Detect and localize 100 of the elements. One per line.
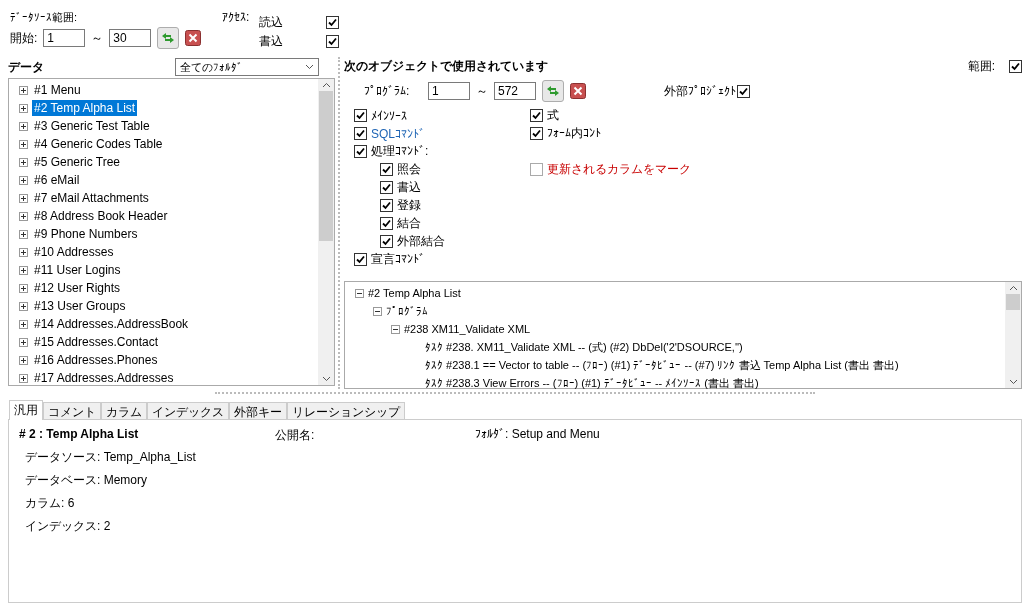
table-item[interactable]: #6 eMail — [32, 172, 82, 188]
checkbox[interactable] — [530, 109, 543, 123]
option-label: SQLｺﾏﾝﾄﾞ — [371, 127, 425, 141]
tree-node[interactable]: #238 XM11_Validate XML — [404, 323, 531, 335]
table-item[interactable]: #12 User Rights — [32, 280, 123, 296]
start-field[interactable]: 1 — [43, 29, 86, 47]
table-item[interactable]: #2 Temp Alpha List — [32, 100, 138, 116]
tab[interactable]: 汎用 — [9, 400, 43, 420]
collapse-icon[interactable] — [355, 288, 364, 298]
tree-node[interactable]: ﾌﾟﾛｸﾞﾗﾑ — [386, 305, 428, 317]
table-item[interactable]: #11 User Logins — [32, 262, 123, 278]
checkbox[interactable] — [380, 217, 393, 231]
expand-icon[interactable] — [19, 355, 28, 365]
checkbox[interactable] — [1009, 59, 1022, 73]
checkbox[interactable] — [380, 181, 393, 195]
table-item[interactable]: #7 eMail Attachments — [32, 190, 151, 206]
expand-icon[interactable] — [19, 229, 28, 239]
collapse-icon[interactable] — [373, 306, 382, 316]
expand-icon[interactable] — [19, 301, 28, 311]
tab[interactable]: インデックス — [147, 402, 229, 419]
tree-node[interactable]: ﾀｽｸ #238.1 == Vector to table -- (ﾌﾛｰ) (#1) ﾃﾞｰﾀﾋﾞｭｰ -- (#7) ﾘﾝｸ 書込 Temp Alpha List (書出 書出) — [425, 357, 899, 373]
expand-icon[interactable] — [19, 121, 28, 131]
option-label: ﾒｲﾝｿｰｽ — [371, 109, 407, 123]
arrows-icon — [161, 32, 176, 44]
scrollbar[interactable] — [318, 79, 334, 385]
tree-node[interactable]: #2 Temp Alpha List — [368, 287, 461, 299]
tab[interactable]: カラム — [101, 402, 147, 419]
folder-dropdown[interactable]: 全てのﾌｫﾙﾀﾞ — [175, 58, 319, 76]
expand-icon[interactable] — [19, 283, 28, 293]
checkbox[interactable] — [326, 16, 340, 29]
chevron-down-icon — [305, 64, 314, 70]
expand-icon[interactable] — [19, 247, 28, 257]
detail-field: データベース: Memory — [25, 472, 1011, 489]
tab[interactable]: コメント — [43, 402, 101, 419]
table-item[interactable]: #13 User Groups — [32, 298, 128, 314]
refresh-button[interactable] — [542, 80, 564, 103]
option-label: ﾌｫｰﾑ内ｺﾝﾄ — [547, 125, 601, 143]
table-item[interactable]: #8 Address Book Header — [32, 208, 170, 224]
panel-title: 次のオブジェクトで使用されています — [344, 57, 548, 75]
program-label: ﾌﾟﾛｸﾞﾗﾑ: — [364, 84, 411, 99]
checkbox[interactable] — [326, 35, 340, 48]
table-item[interactable]: #14 Addresses.AddressBook — [32, 316, 191, 332]
checkbox[interactable] — [354, 127, 367, 141]
expand-icon[interactable] — [19, 193, 28, 203]
expand-icon[interactable] — [19, 337, 28, 347]
tree-node[interactable]: ﾀｽｸ #238. XM11_Validate XML -- (式) (#2) DbDel('2'DSOURCE,'') — [425, 339, 743, 355]
scrollbar-thumb[interactable] — [319, 91, 333, 241]
expand-icon[interactable] — [19, 157, 28, 167]
checkbox[interactable] — [354, 109, 367, 123]
tree-node[interactable]: ﾀｽｸ #238.3 View Errors -- (ﾌﾛｰ) (#1) ﾃﾞｰﾀﾋﾞｭｰ -- ﾒｲﾝｿｰｽ (書出 書出) — [425, 375, 759, 391]
public-name-label: 公開名: — [275, 427, 316, 444]
external-project-label: 外部ﾌﾟﾛｼﾞｪｸﾄ — [664, 82, 736, 100]
collapse-icon[interactable] — [391, 324, 400, 334]
table-item[interactable]: #5 Generic Tree — [32, 154, 123, 170]
range-separator: ～ — [91, 29, 104, 47]
expand-icon[interactable] — [19, 103, 28, 113]
table-item[interactable]: #17 Addresses.Addresses — [32, 370, 176, 386]
start-label: 開始: — [10, 29, 38, 47]
program-end-field[interactable]: 572 — [494, 82, 536, 101]
table-item[interactable]: #4 Generic Codes Table — [32, 136, 165, 152]
range-separator: ～ — [476, 82, 488, 100]
checkbox[interactable] — [530, 127, 543, 141]
detail-field: カラム: 6 — [25, 495, 1011, 512]
detail-title: # 2 : Temp Alpha List — [19, 427, 140, 443]
end-field[interactable]: 30 — [109, 29, 152, 47]
panel-title: データ — [8, 58, 44, 76]
expand-icon[interactable] — [19, 265, 28, 275]
checkbox[interactable] — [354, 253, 367, 267]
checkbox[interactable] — [380, 235, 393, 249]
option-label: 式 — [547, 107, 559, 125]
program-start-field[interactable]: 1 — [428, 82, 470, 101]
range-label: 範囲: — [967, 57, 995, 75]
checkbox[interactable] — [380, 163, 393, 177]
cancel-icon[interactable] — [570, 83, 586, 100]
expand-icon[interactable] — [19, 139, 28, 149]
option-label: 照会 — [397, 161, 421, 179]
refresh-button[interactable] — [157, 27, 180, 49]
checkbox[interactable] — [530, 163, 543, 177]
expand-icon[interactable] — [19, 85, 28, 95]
expand-icon[interactable] — [19, 373, 28, 383]
option-label: 結合 — [397, 215, 421, 233]
expand-icon[interactable] — [19, 211, 28, 221]
option-label: 宣言ｺﾏﾝﾄﾞ — [371, 251, 425, 269]
table-item[interactable]: #15 Addresses.Contact — [32, 334, 161, 350]
tab[interactable]: リレーションシップ — [287, 402, 405, 419]
table-item[interactable]: #1 Menu — [32, 82, 83, 98]
option-label: 書込 — [397, 179, 421, 197]
table-item[interactable]: #9 Phone Numbers — [32, 226, 140, 242]
scrollbar-thumb[interactable] — [1006, 294, 1020, 310]
table-item[interactable]: #3 Generic Test Table — [32, 118, 152, 134]
scrollbar[interactable] — [1005, 282, 1021, 388]
checkbox[interactable] — [380, 199, 393, 213]
expand-icon[interactable] — [19, 175, 28, 185]
checkbox[interactable] — [354, 145, 367, 159]
cancel-icon[interactable] — [185, 30, 202, 46]
checkbox[interactable] — [737, 84, 750, 98]
table-item[interactable]: #16 Addresses.Phones — [32, 352, 160, 368]
expand-icon[interactable] — [19, 319, 28, 329]
tab[interactable]: 外部キー — [229, 402, 287, 419]
table-item[interactable]: #10 Addresses — [32, 244, 116, 260]
